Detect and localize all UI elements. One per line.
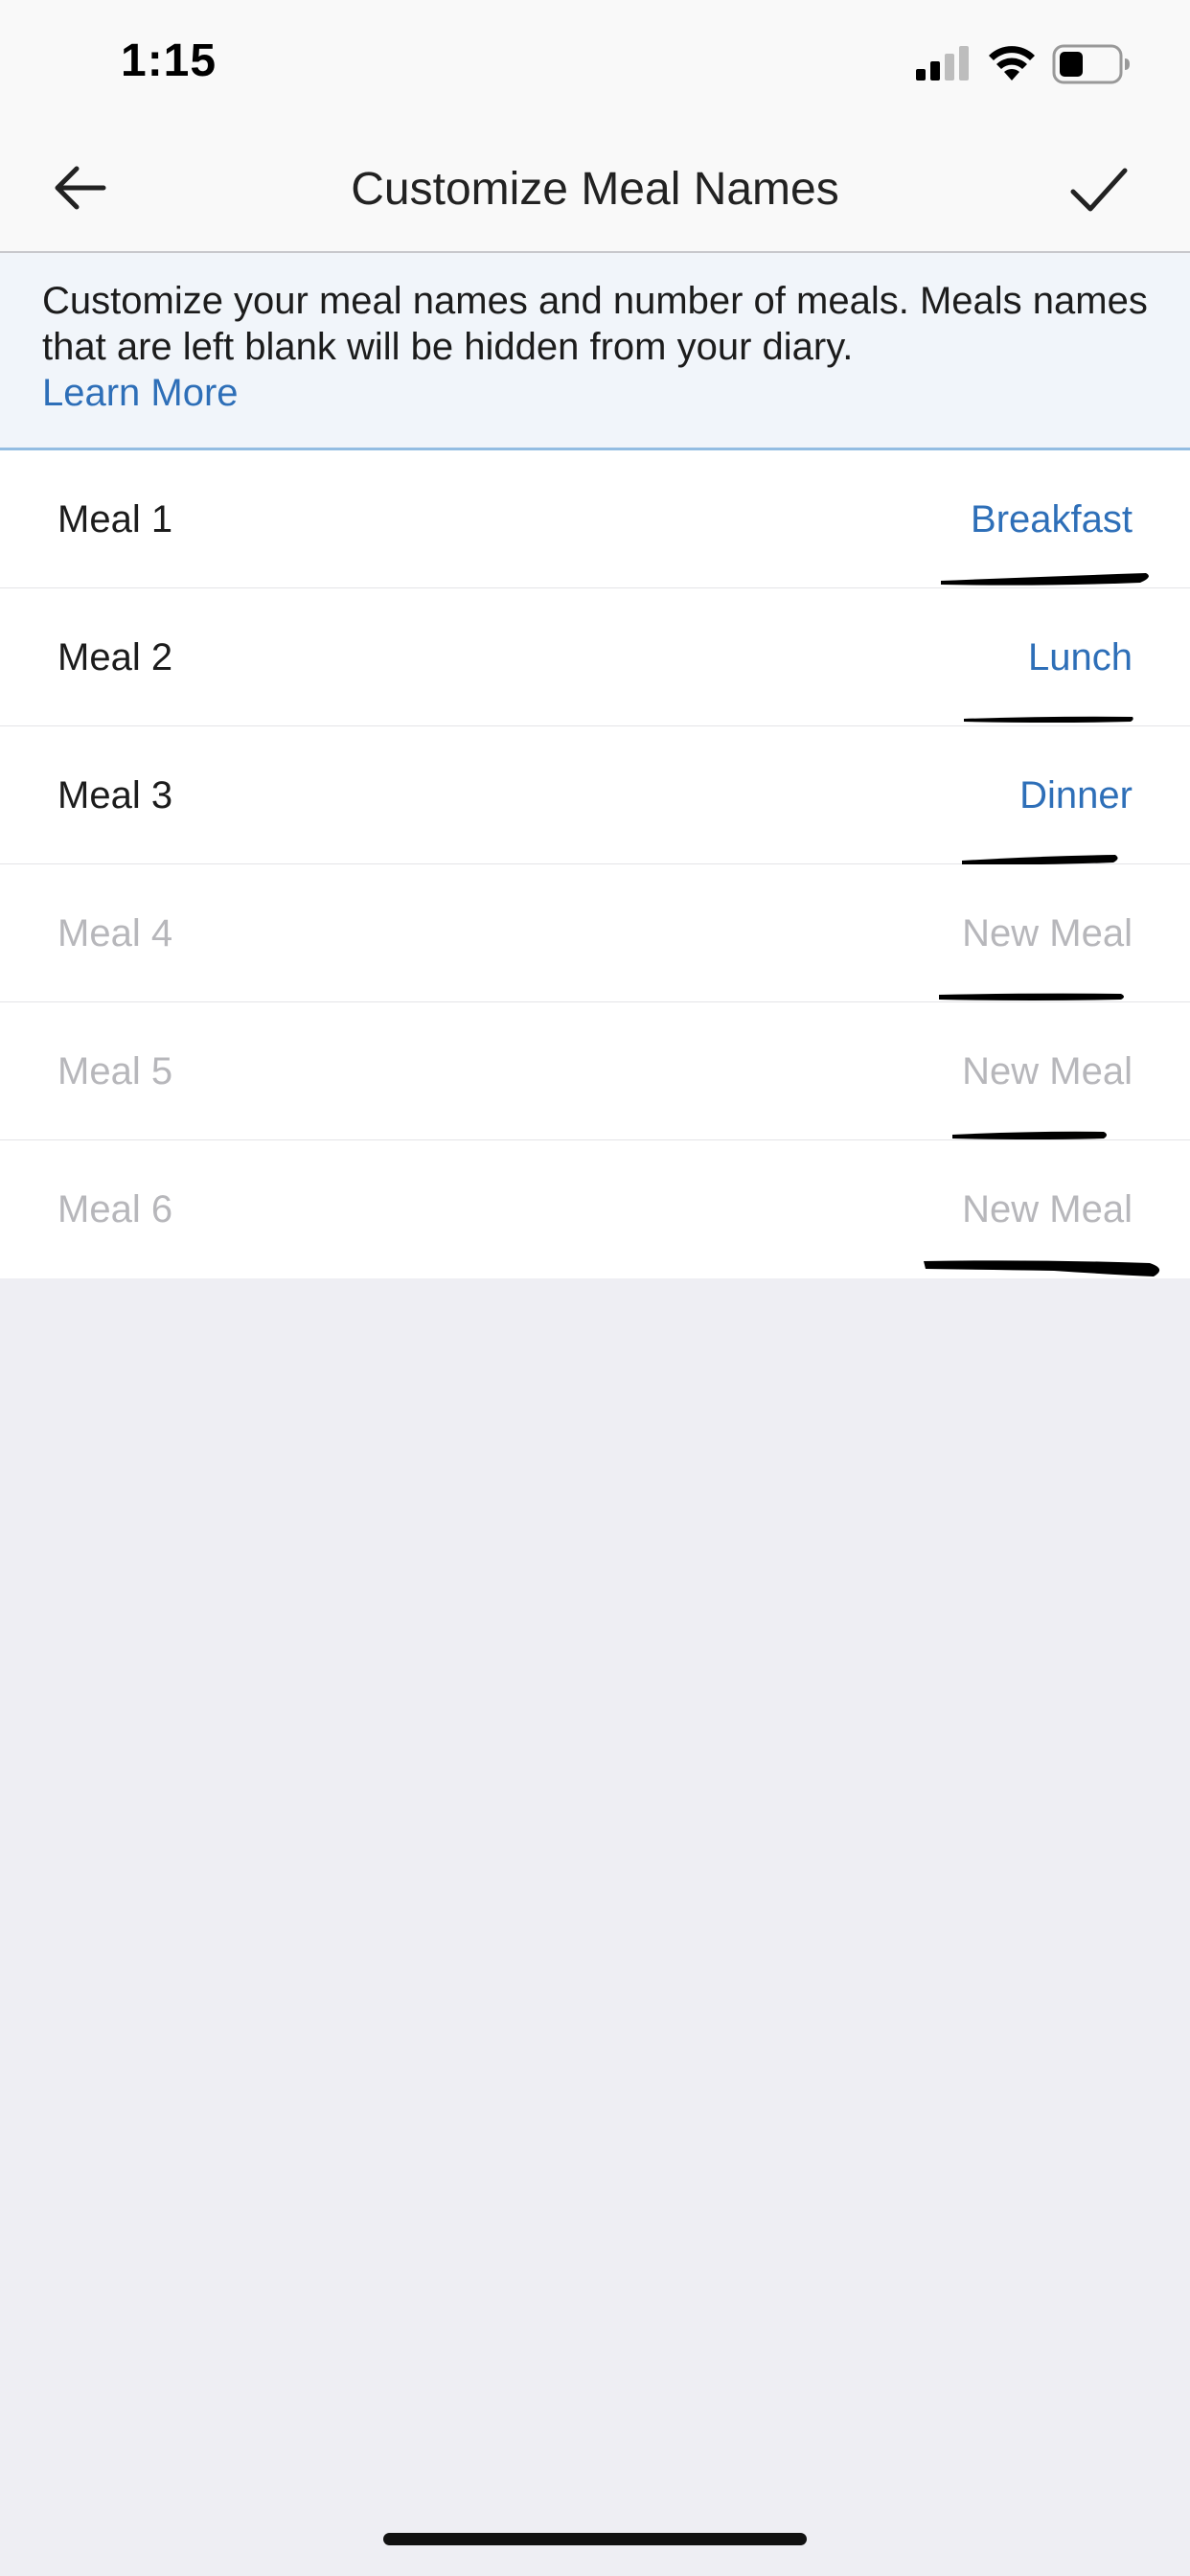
meal-label: Meal 6	[57, 1188, 173, 1230]
checkmark-icon[interactable]	[1069, 163, 1129, 217]
cellular-signal-icon	[916, 46, 969, 80]
home-indicator	[383, 2533, 807, 2545]
meal-list: Meal 1 Meal 2 Meal 3 Meal 4 Meal 5 Meal	[0, 450, 1190, 1278]
wifi-icon	[989, 46, 1035, 80]
status-time: 1:15	[121, 35, 217, 86]
info-banner: Customize your meal names and number of …	[0, 253, 1190, 450]
meal-name-input[interactable]	[596, 631, 1133, 684]
meal-name-input[interactable]	[596, 1045, 1133, 1098]
top-bar: 1:15 Customize Meal Names	[0, 0, 1190, 253]
meal-row-3: Meal 3	[0, 726, 1190, 864]
meal-row-4: Meal 4	[0, 864, 1190, 1002]
meal-label: Meal 5	[57, 1050, 173, 1092]
page-title: Customize Meal Names	[351, 164, 839, 215]
meal-label: Meal 4	[57, 912, 173, 954]
battery-icon	[1052, 44, 1130, 84]
learn-more-link[interactable]: Learn More	[42, 370, 1148, 416]
meal-row-1: Meal 1	[0, 450, 1190, 588]
meal-row-6: Meal 6	[0, 1140, 1190, 1278]
info-banner-text: Customize your meal names and number of …	[42, 280, 1148, 368]
meal-label: Meal 1	[57, 498, 173, 540]
meal-label: Meal 3	[57, 774, 173, 816]
meal-name-input[interactable]	[596, 1183, 1133, 1236]
meal-name-input[interactable]	[596, 493, 1133, 546]
meal-name-input[interactable]	[596, 907, 1133, 960]
meal-label: Meal 2	[57, 636, 173, 678]
meal-row-5: Meal 5	[0, 1002, 1190, 1140]
meal-name-input[interactable]	[596, 769, 1133, 822]
meal-row-2: Meal 2	[0, 588, 1190, 726]
